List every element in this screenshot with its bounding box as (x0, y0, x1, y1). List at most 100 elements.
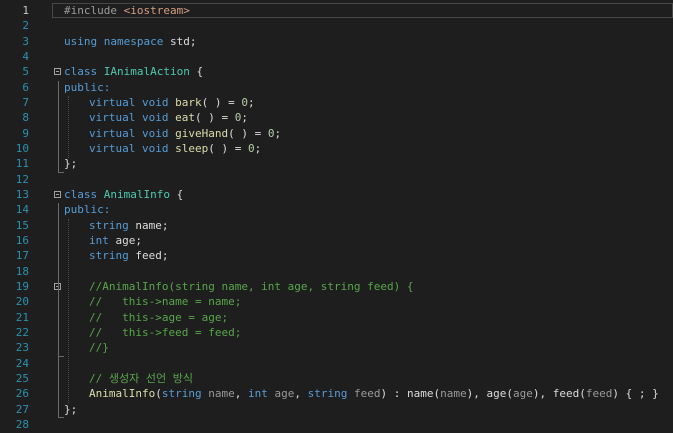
code-line-11[interactable]: }; (52, 156, 673, 171)
comment-line: //AnimalInfo(string name, int age, strin… (89, 279, 414, 293)
code-line-3[interactable]: using namespace std; (52, 34, 673, 49)
line-number: 11 (15, 157, 29, 171)
code-line-25[interactable]: // 생성자 선언 방식 (52, 371, 673, 386)
line-number: 14 (15, 203, 29, 217)
field-age: age (115, 233, 136, 247)
comment-line: // this->feed = feed; (89, 325, 242, 339)
line-number: 22 (15, 325, 29, 339)
code-line-20[interactable]: // this->name = name; (52, 294, 673, 309)
code-line-27[interactable]: }; (52, 402, 673, 417)
std-identifier: std (169, 34, 190, 48)
pure-tail: ( ) = (194, 111, 235, 125)
fold-end-comment (58, 356, 64, 357)
code-line-13[interactable]: class AnimalInfo { (52, 187, 673, 202)
int-type: int (89, 233, 109, 247)
collapse-class-icon[interactable] (54, 68, 61, 76)
code-line-19[interactable]: //AnimalInfo(string name, int age, strin… (52, 279, 673, 294)
line-number: 7 (22, 95, 29, 109)
pure-tail: ( ) = (208, 141, 248, 155)
param-name: name (208, 387, 235, 401)
line-number: 10 (15, 141, 29, 155)
code-line-22[interactable]: // this->feed = feed; (52, 325, 673, 340)
string-type: string (161, 387, 202, 401)
collapse-class-icon[interactable] (54, 190, 61, 198)
void-keyword: void (141, 141, 169, 155)
line-number: 12 (15, 172, 29, 186)
void-keyword: void (141, 126, 169, 140)
field-name: name (135, 218, 162, 232)
code-line-5[interactable]: class IAnimalAction { (52, 64, 673, 79)
line-number: 1 (22, 4, 29, 17)
line-number: 3 (22, 34, 29, 48)
line-number: 28 (15, 417, 29, 431)
line-number: 5 (22, 65, 29, 79)
comment-line: // this->age = age; (89, 310, 229, 324)
code-line-28[interactable] (52, 417, 673, 432)
method-sleep: sleep (175, 141, 209, 155)
code-line-9[interactable]: virtual void giveHand( ) = 0; (52, 126, 673, 141)
code-line-21[interactable]: // this->age = age; (52, 310, 673, 325)
line-number: 21 (15, 310, 29, 324)
code-line-26[interactable]: AnimalInfo(string name, int age, string … (52, 386, 673, 401)
init-name: name (406, 387, 434, 401)
line-number: 18 (15, 264, 29, 278)
line-number: 27 (15, 402, 29, 416)
code-line-12[interactable] (52, 172, 673, 187)
virtual-keyword: virtual (89, 111, 136, 125)
code-line-1[interactable]: #include <iostream> (52, 3, 673, 19)
init-feed: feed (552, 387, 580, 401)
class-keyword: class (64, 65, 98, 79)
line-number: 15 (15, 218, 29, 232)
code-line-2[interactable] (52, 18, 673, 33)
line-number: 4 (22, 49, 29, 63)
code-line-14[interactable]: public: (52, 202, 673, 217)
code-line-4[interactable] (52, 49, 673, 64)
pure-tail: ( ) = (201, 95, 242, 109)
void-keyword: void (141, 95, 169, 109)
zero-literal: 0 (234, 111, 242, 125)
line-number: 20 (15, 295, 29, 309)
code-line-24[interactable] (52, 356, 673, 371)
code-area[interactable]: #include <iostream> using namespace std;… (52, 3, 673, 432)
class-name-animalinfo: AnimalInfo (103, 187, 170, 201)
int-type: int (247, 387, 268, 401)
fold-end-class2 (58, 417, 64, 418)
virtual-keyword: virtual (89, 141, 136, 155)
namespace-keyword: namespace (103, 34, 164, 48)
include-keyword: #include (64, 4, 117, 17)
class-name-ianimalaction: IAnimalAction (103, 65, 190, 79)
line-number: 25 (15, 371, 29, 385)
init-body: { ; } (625, 387, 659, 401)
virtual-keyword: virtual (89, 126, 136, 140)
string-type: string (89, 218, 129, 232)
line-number: 13 (15, 187, 29, 201)
comment-line: // this->name = name; (89, 295, 242, 309)
code-line-15[interactable]: string name; (52, 218, 673, 233)
line-number: 2 (22, 19, 29, 33)
init-age: age (486, 387, 507, 401)
virtual-keyword: virtual (89, 95, 136, 109)
code-line-6[interactable]: public: (52, 80, 673, 95)
pure-tail: ( ) = (228, 126, 268, 140)
code-line-18[interactable] (52, 264, 673, 279)
fold-end-class1 (58, 172, 64, 173)
using-keyword: using (64, 34, 98, 48)
indent-guide (68, 219, 69, 403)
public-keyword: public: (64, 203, 111, 217)
code-line-10[interactable]: virtual void sleep( ) = 0; (52, 141, 673, 156)
fold-line-class1 (58, 81, 59, 172)
code-editor[interactable]: 1 2 3 4 5 6 7 8 9 10 11 12 13 14 15 16 17 18 19 20 21 22 23 24 2… (0, 0, 673, 433)
line-number: 16 (15, 233, 29, 247)
method-givehand: giveHand (175, 126, 229, 140)
indent-guide (68, 96, 69, 158)
code-line-16[interactable]: int age; (52, 233, 673, 248)
code-line-17[interactable]: string feed; (52, 248, 673, 263)
line-number: 8 (22, 111, 29, 125)
comment-line: //} (89, 341, 109, 355)
method-bark: bark (175, 95, 202, 109)
code-line-8[interactable]: virtual void eat( ) = 0; (52, 110, 673, 125)
code-line-23[interactable]: //} (52, 340, 673, 355)
string-type: string (307, 387, 348, 401)
line-number-gutter: 1 2 3 4 5 6 7 8 9 10 11 12 13 14 15 16 17 18 19 20 21 22 23 24 2… (0, 3, 34, 432)
code-line-7[interactable]: virtual void bark( ) = 0; (52, 95, 673, 110)
